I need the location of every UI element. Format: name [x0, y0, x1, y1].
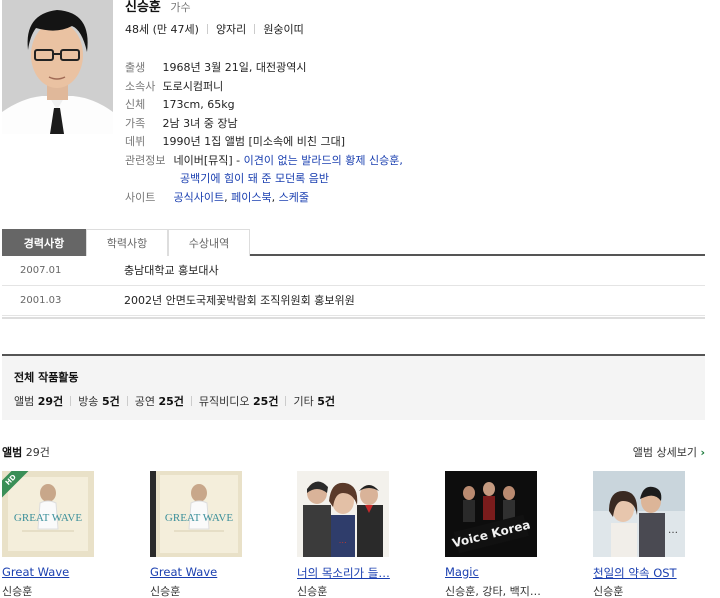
detail-debut: 데뷔 1990년 1집 앨범 [미소속에 비친 그대] — [125, 133, 403, 152]
works-list: 앨범 29건 방송 5건 공연 25건 뮤직비디오 25건 기타 5건 — [14, 393, 335, 409]
artist-name: 신승훈 — [125, 0, 161, 15]
album-item[interactable]: GREAT WAVE HD Great Wave 신승훈 — [2, 471, 122, 598]
detail-family: 가족 2남 3녀 중 장남 — [125, 115, 403, 134]
works-title: 전체 작품활동 — [14, 371, 79, 384]
detail-label: 출생 — [125, 61, 146, 74]
tab-awards[interactable]: 수상내역 — [168, 229, 250, 256]
divider — [254, 24, 256, 34]
profile-details: 출생 1968년 3월 21일, 대전광역시 소속사 도로시컴퍼니 신체 173… — [125, 59, 403, 207]
cover-text: GREAT WAVE — [165, 512, 233, 524]
album-title[interactable]: 너의 목소리가 들… — [297, 565, 390, 581]
works-mv-link[interactable]: 뮤직비디오 25건 — [199, 395, 279, 408]
detail-value: 2남 3녀 중 장남 — [162, 116, 238, 130]
schedule-link[interactable]: 스케줄 — [279, 191, 309, 204]
album-cover[interactable]: GREAT WAVE HD — [2, 471, 94, 557]
detail-label: 신체 — [125, 98, 146, 111]
detail-related-cont: 공백기에 힘이 돼 준 모던록 음반 — [125, 170, 403, 189]
career-row: 2001.03 2002년 안면도국제꽃박람회 조직위원회 홍보위원 — [2, 286, 705, 316]
age: 48세 (만 47세) — [125, 23, 199, 36]
works-concert-link[interactable]: 공연 25건 — [135, 395, 184, 408]
detail-agency: 소속사 도로시컴퍼니 — [125, 78, 403, 97]
svg-text:…: … — [339, 536, 347, 545]
zodiac: 양자리 — [215, 23, 247, 36]
detail-value: 네이버[뮤직] - 이견이 없는 발라드의 황제 신승훈, — [173, 153, 403, 167]
album-detail-link[interactable]: 앨범 상세보기 › — [633, 444, 705, 460]
detail-body: 신체 173cm, 65kg — [125, 96, 403, 115]
album-title[interactable]: Great Wave — [150, 565, 217, 579]
name-row: 신승훈 가수 — [125, 0, 191, 15]
chinese-zodiac: 원숭이띠 — [263, 23, 304, 36]
divider — [190, 396, 192, 406]
site-links: 공식사이트, 페이스북, 스케줄 — [173, 190, 309, 204]
detail-label: 관련정보 — [125, 153, 166, 167]
album-cover[interactable]: GREAT WAVE — [150, 471, 242, 557]
detail-value: 1968년 3월 21일, 대전광역시 — [162, 61, 307, 74]
divider — [285, 396, 287, 406]
album-artist: 신승훈 — [150, 585, 181, 598]
album-artist: 신승훈 — [2, 585, 33, 598]
album-title[interactable]: 천일의 약속 OST — [593, 565, 677, 581]
related-source: 네이버[뮤직] — [173, 153, 233, 167]
tab-education[interactable]: 학력사항 — [86, 229, 168, 256]
facebook-link[interactable]: 페이스북 — [231, 191, 271, 204]
career-date: 2007.01 — [20, 265, 62, 276]
career-desc: 충남대학교 홍보대사 — [124, 264, 219, 277]
divider — [206, 24, 208, 34]
album-artist: 신승훈 — [593, 585, 624, 598]
album-item[interactable]: Voice Korea Magic 신승훈, 강타, 백지… — [445, 471, 565, 598]
cover-text: GREAT WAVE — [14, 512, 82, 524]
career-desc: 2002년 안면도국제꽃박람회 조직위원회 홍보위원 — [124, 294, 355, 307]
detail-value: 173cm, 65kg — [162, 98, 235, 111]
divider — [70, 396, 72, 406]
career-tabs: 경력사항 학력사항 수상내역 — [2, 229, 705, 256]
album-title[interactable]: Great Wave — [2, 565, 69, 579]
detail-label: 소속사 — [125, 79, 156, 93]
related-link-1[interactable]: 이견이 없는 발라드의 황제 신승훈, — [244, 154, 403, 167]
album-cover[interactable]: Voice Korea — [445, 471, 537, 557]
svg-text:…: … — [668, 525, 678, 536]
profile-section: 신승훈 가수 48세 (만 47세) 양자리 원숭이띠 출생 1968년 3월 21… — [0, 0, 720, 215]
detail-label: 사이트 — [125, 190, 156, 204]
detail-value: 1990년 1집 앨범 [미소속에 비친 그대] — [162, 135, 346, 148]
album-artist: 신승훈, 강타, 백지… — [445, 585, 541, 598]
album-title[interactable]: Magic — [445, 565, 479, 579]
artist-job: 가수 — [170, 1, 191, 14]
album-item[interactable]: GREAT WAVE Great Wave 신승훈 — [150, 471, 270, 598]
career-row: 2007.01 충남대학교 홍보대사 — [2, 256, 705, 286]
detail-birth: 출생 1968년 3월 21일, 대전광역시 — [125, 59, 403, 78]
works-etc-link[interactable]: 기타 5건 — [293, 395, 335, 408]
divider — [126, 396, 128, 406]
tab-career[interactable]: 경력사항 — [2, 229, 86, 256]
detail-related: 관련정보 네이버[뮤직] - 이견이 없는 발라드의 황제 신승훈, — [125, 152, 403, 171]
album-cover[interactable]: … — [297, 471, 389, 557]
detail-label: 데뷔 — [125, 135, 146, 148]
albums-title: 앨범 29건 — [2, 446, 50, 459]
profile-photo[interactable] — [2, 0, 113, 134]
official-site-link[interactable]: 공식사이트 — [174, 191, 225, 204]
detail-label: 가족 — [125, 116, 146, 130]
section-divider — [2, 317, 705, 319]
meta-row: 48세 (만 47세) 양자리 원숭이띠 — [125, 21, 304, 37]
agency-link[interactable]: 도로시컴퍼니 — [163, 78, 224, 97]
career-date: 2001.03 — [20, 295, 62, 306]
works-album-link[interactable]: 앨범 29건 — [14, 395, 63, 408]
related-link-2[interactable]: 공백기에 힘이 돼 준 모던록 음반 — [180, 172, 329, 185]
works-broadcast-link[interactable]: 방송 5건 — [78, 395, 120, 408]
album-item[interactable]: … 너의 목소리가 들… 신승훈 — [297, 471, 417, 598]
albums-header: 앨범 29건 앨범 상세보기 › — [2, 444, 705, 460]
detail-site: 사이트 공식사이트, 페이스북, 스케줄 — [125, 189, 403, 208]
album-artist: 신승훈 — [297, 585, 328, 598]
album-cover[interactable]: … — [593, 471, 685, 557]
works-summary: 전체 작품활동 앨범 29건 방송 5건 공연 25건 뮤직비디오 25건 기타 5건 — [2, 354, 705, 420]
career-list: 2007.01 충남대학교 홍보대사 2001.03 2002년 안면도국제꽃박… — [2, 256, 705, 316]
album-item[interactable]: … 천일의 약속 OST 신승훈 — [593, 471, 713, 598]
chevron-right-icon: › — [700, 446, 705, 459]
